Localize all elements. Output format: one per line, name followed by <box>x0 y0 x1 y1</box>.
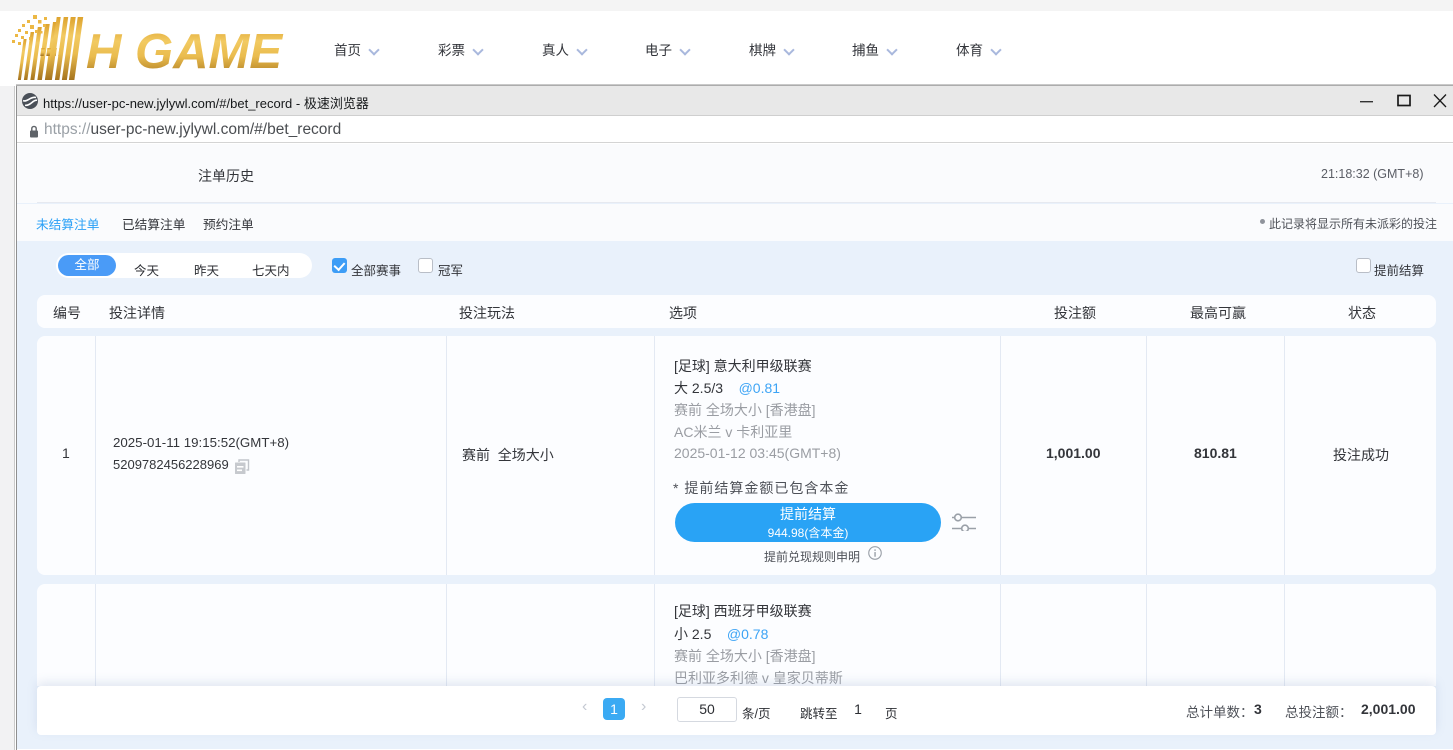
svg-text:H GAME: H GAME <box>86 25 283 79</box>
